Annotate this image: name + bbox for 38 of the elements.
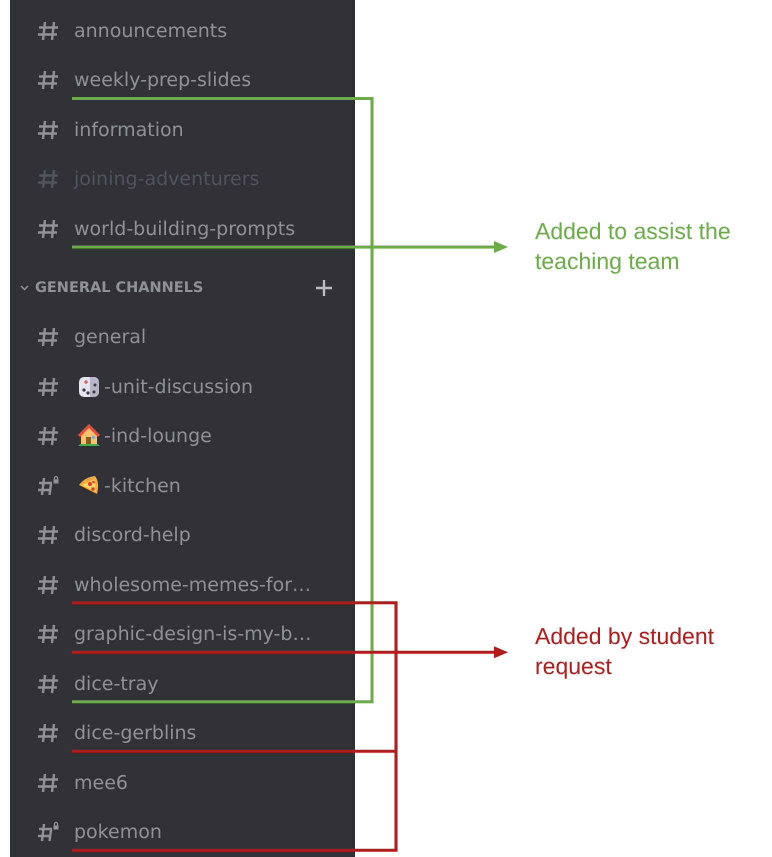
channel-item[interactable]: wholesome-memes-for… [10, 560, 355, 610]
channel-item[interactable]: pokemon [10, 807, 355, 857]
locked-hash-icon [37, 474, 61, 496]
hash-icon [37, 326, 61, 348]
hash-icon [37, 20, 61, 42]
annotation-label: Added to assist the teaching team [535, 217, 732, 276]
channel-item[interactable]: general [10, 312, 355, 362]
channel-item[interactable]: dice-tray [10, 658, 355, 708]
channel-item[interactable]: -kitchen [10, 460, 355, 510]
locked-hash-icon [37, 821, 61, 843]
hash-icon [37, 118, 61, 141]
channel-item[interactable]: weekly-prep-slides [10, 56, 355, 105]
chevron-icon[interactable] [20, 284, 29, 291]
channel-item[interactable]: -unit-discussion [10, 362, 355, 412]
channel-item[interactable]: announcements [10, 6, 355, 56]
house-icon [77, 424, 101, 448]
hash-icon [37, 168, 61, 190]
hash-icon [37, 722, 61, 744]
dice-icon [77, 374, 101, 398]
channel-item[interactable]: -ind-lounge [10, 411, 355, 461]
channel-item[interactable]: information [10, 105, 355, 154]
hash-icon [37, 524, 61, 546]
channel-item[interactable]: world-building-prompts [10, 204, 355, 254]
hash-icon [37, 376, 61, 398]
hash-icon [37, 574, 61, 596]
hash-icon [37, 425, 61, 447]
hash-icon [37, 69, 61, 92]
annotation-label: Added by student request [535, 622, 716, 682]
add-channel-icon[interactable] [315, 278, 333, 297]
hash-icon [37, 772, 61, 794]
channel-item[interactable]: discord-help [10, 510, 355, 560]
channel-item[interactable]: dice-gerblins [10, 708, 355, 758]
channel-item[interactable]: mee6 [10, 758, 355, 808]
channel-item[interactable]: graphic-design-is-my-b… [10, 609, 355, 659]
category-title[interactable]: GENERAL CHANNELS [35, 280, 204, 296]
hash-icon [37, 672, 61, 694]
hash-icon [37, 623, 61, 645]
hash-icon [37, 218, 61, 240]
